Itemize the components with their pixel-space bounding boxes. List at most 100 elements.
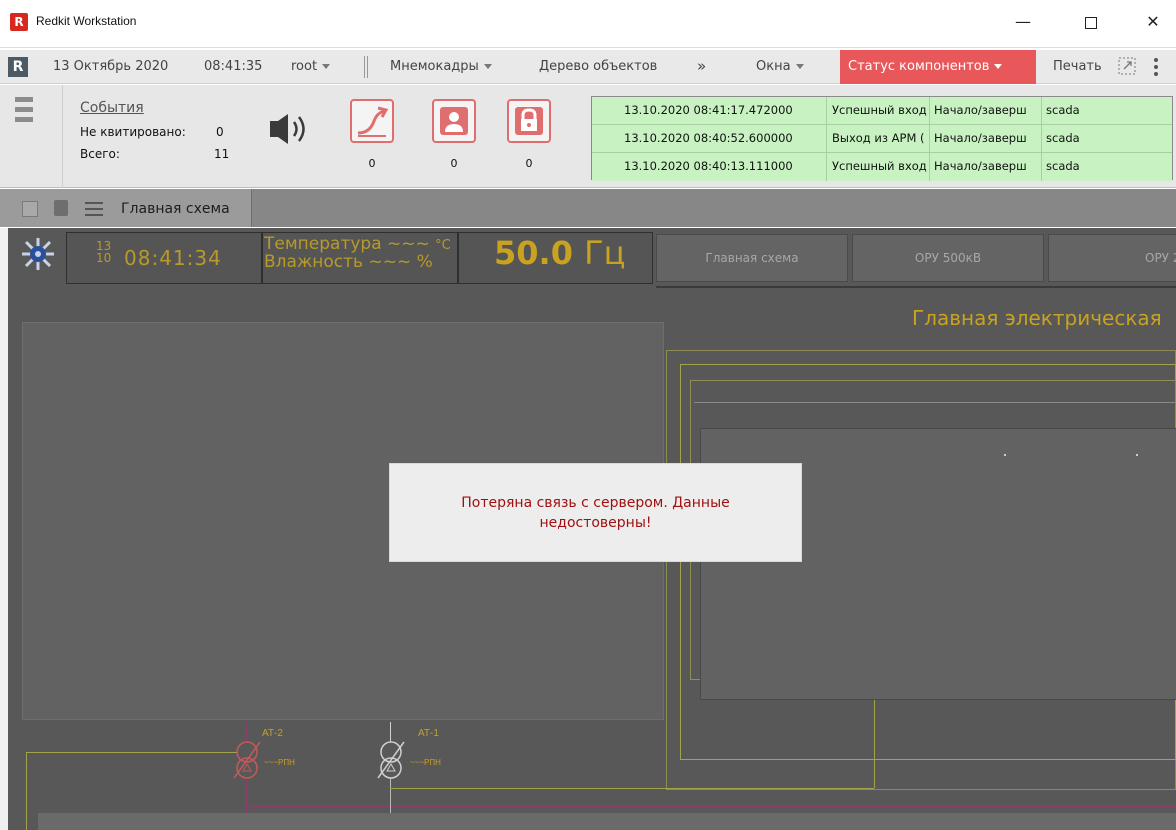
- transformer-at2-icon[interactable]: [230, 738, 264, 789]
- scheme-time: 08:41:34: [124, 246, 222, 270]
- divider: [62, 85, 63, 188]
- busbar-frame: [694, 402, 1176, 426]
- menu-label: Статус компонентов: [848, 59, 990, 74]
- temperature-value: ~~~: [387, 234, 430, 254]
- bus-line: [874, 700, 875, 788]
- point-marker: [1004, 454, 1006, 456]
- redkit-logo-icon: R: [8, 57, 28, 77]
- nav-oru-220[interactable]: ОРУ 220кВ: [1048, 234, 1176, 282]
- humidity-unit: %: [416, 252, 433, 272]
- speaker-icon[interactable]: [268, 111, 312, 151]
- transformer-at1-rpn: ~~~РПН: [410, 758, 441, 767]
- left-edge: [0, 228, 8, 830]
- nav-oru-500[interactable]: ОРУ 500кВ: [852, 234, 1044, 282]
- horizontal-scrollbar[interactable]: [38, 813, 1176, 830]
- popout-icon[interactable]: [1118, 57, 1136, 79]
- more-menus-button[interactable]: »: [697, 57, 706, 75]
- dialog-message-line2: недостоверны!: [539, 515, 652, 531]
- tab-label: Главная схема: [121, 201, 230, 217]
- app-logo-icon: R: [10, 13, 28, 31]
- kebab-menu-icon[interactable]: [1153, 56, 1159, 82]
- user-alarm-count: 0: [450, 157, 458, 170]
- minimize-button[interactable]: —: [1000, 8, 1046, 36]
- event-user: scada: [1046, 103, 1080, 117]
- tab-main-scheme[interactable]: Главная схема: [0, 189, 252, 227]
- window-title: Redkit Workstation: [36, 14, 137, 28]
- frequency-readout: 50.0 Гц: [494, 234, 625, 272]
- menu-mnemoframes[interactable]: Мнемокадры: [390, 59, 492, 74]
- event-category: Начало/заверш: [930, 125, 1042, 152]
- connection-lost-dialog: Потеряна связь с сервером. Данные недост…: [389, 463, 802, 562]
- user-alarm-button[interactable]: [432, 99, 476, 143]
- scheme-title: Главная электрическая: [912, 306, 1162, 330]
- humidity-label: Влажность: [264, 252, 364, 272]
- event-category: Начало/заверш: [930, 153, 1042, 181]
- bus-line: [390, 788, 874, 789]
- tab-checkbox[interactable]: [22, 201, 38, 217]
- maximize-button[interactable]: [1068, 8, 1114, 36]
- event-message: Выход из АРМ (: [827, 125, 930, 152]
- maximize-icon: [1085, 16, 1097, 29]
- title-bar: R Redkit Workstation — ✕: [0, 0, 1176, 48]
- menu-windows[interactable]: Окна: [756, 59, 804, 74]
- nav-main-scheme[interactable]: Главная схема: [656, 234, 848, 282]
- events-panel: События Не квитировано: 0 Всего: 11 0 0 …: [0, 85, 1176, 188]
- transformer-at2-rpn: ~~~РПН: [264, 758, 295, 767]
- event-message: Успешный вход: [827, 153, 930, 181]
- temperature-label: Температура: [264, 234, 382, 254]
- humidity-value: ~~~: [368, 252, 412, 272]
- menu-print[interactable]: Печать: [1053, 59, 1102, 74]
- scheme-date: 13 10: [96, 240, 111, 264]
- transformer-at1-icon[interactable]: [374, 738, 408, 789]
- menu-component-status[interactable]: Статус компонентов: [840, 50, 1036, 84]
- save-icon[interactable]: [54, 200, 68, 216]
- nav-underline: [656, 286, 1176, 288]
- event-time: 13.10.2020 08:40:13.111000: [624, 153, 827, 181]
- tab-strip: Главная схема: [0, 189, 1176, 227]
- transformer-at1-label: АТ-1: [418, 728, 439, 739]
- frequency-value: 50.0: [494, 234, 573, 272]
- events-link[interactable]: События: [80, 100, 144, 116]
- dialog-message-line1: Потеряна связь с сервером. Данные: [461, 495, 730, 511]
- event-time: 13.10.2020 08:41:17.472000: [624, 97, 827, 124]
- bus-line: [246, 806, 1176, 807]
- chevron-down-icon: [322, 64, 331, 69]
- event-user: scada: [1046, 159, 1080, 173]
- close-button[interactable]: ✕: [1130, 8, 1176, 36]
- menu-label: Окна: [756, 59, 791, 74]
- event-log-row[interactable]: 13.10.2020 08:40:13.111000 Успешный вход…: [592, 153, 1172, 181]
- menu-object-tree[interactable]: Дерево объектов: [539, 59, 657, 74]
- unacknowledged-value: 0: [216, 125, 224, 139]
- point-marker: [1136, 454, 1138, 456]
- event-user: scada: [1046, 131, 1080, 145]
- scheme-month: 10: [96, 251, 112, 265]
- menu-label: Мнемокадры: [390, 59, 479, 74]
- menu-separator: [364, 56, 368, 78]
- unacknowledged-label: Не квитировано:: [80, 125, 186, 139]
- current-date: 13 Октябрь 2020: [53, 59, 169, 74]
- event-message: Успешный вход: [827, 97, 930, 124]
- temperature-unit: °C: [435, 238, 451, 253]
- event-category: Начало/заверш: [930, 97, 1042, 124]
- trend-alarm-button[interactable]: [350, 99, 394, 143]
- current-time: 08:41:35: [204, 59, 263, 74]
- event-log: 13.10.2020 08:41:17.472000 Успешный вход…: [591, 96, 1173, 181]
- panel-menu-icon[interactable]: [15, 97, 33, 127]
- lock-alarm-button[interactable]: [507, 99, 551, 143]
- weather-readout: Температура ~~~ °C Влажность ~~~ %: [264, 234, 451, 272]
- trend-alarm-count: 0: [368, 157, 376, 170]
- chevron-down-icon: [483, 64, 492, 69]
- lock-alarm-count: 0: [525, 157, 533, 170]
- frequency-unit: Гц: [584, 234, 626, 272]
- snowflake-logo-icon: [20, 236, 56, 275]
- bus-line: [26, 752, 238, 753]
- event-log-row[interactable]: 13.10.2020 08:41:17.472000 Успешный вход…: [592, 97, 1172, 125]
- chevron-down-icon: [795, 64, 804, 69]
- total-value: 11: [214, 147, 230, 161]
- event-log-row[interactable]: 13.10.2020 08:40:52.600000 Выход из АРМ …: [592, 125, 1172, 153]
- user-name: root: [291, 59, 318, 74]
- total-label: Всего:: [80, 147, 120, 161]
- user-menu[interactable]: root: [291, 59, 331, 74]
- chevron-down-icon: [994, 64, 1003, 69]
- list-icon[interactable]: [85, 202, 103, 220]
